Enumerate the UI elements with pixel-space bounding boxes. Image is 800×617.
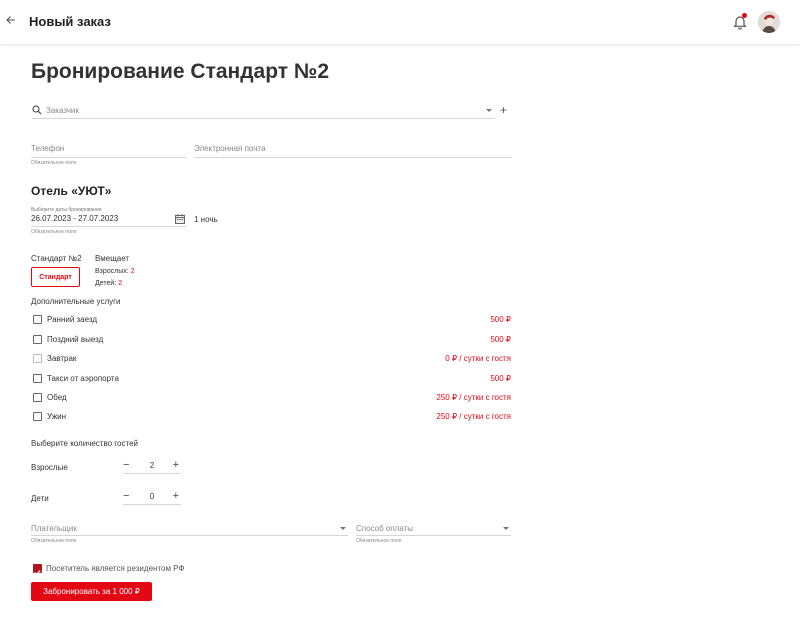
customer-placeholder: Заказчик xyxy=(46,106,79,115)
room-name: Стандарт №2 xyxy=(31,254,82,263)
service-price: 250 ₽ / сутки с гостя xyxy=(436,393,511,402)
payment-method-select[interactable]: Способ оплаты xyxy=(356,521,511,536)
capacity-children-label: Детей: xyxy=(95,280,117,287)
capacity-title: Вмещает xyxy=(95,254,130,263)
notification-dot xyxy=(742,13,747,18)
service-item: Ранний заезд 500 ₽ xyxy=(33,314,511,326)
capacity-adults-value: 2 xyxy=(130,268,135,275)
service-price: 500 ₽ xyxy=(490,315,511,324)
service-price: 500 ₽ xyxy=(490,335,511,344)
adults-stepper: − 2 + xyxy=(123,460,181,474)
dates-value: 26.07.2023 - 27.07.2023 xyxy=(31,214,119,223)
add-customer-button[interactable]: + xyxy=(500,104,507,116)
phone-field[interactable]: Телефон xyxy=(31,144,186,158)
adults-label: Взрослые xyxy=(31,463,68,472)
service-price: 0 ₽ / сутки с гостя xyxy=(445,354,511,363)
children-plus-button[interactable]: + xyxy=(173,491,179,502)
top-bar: Новый заказ xyxy=(0,0,800,44)
chevron-down-icon xyxy=(503,527,509,530)
customer-select[interactable]: Заказчик xyxy=(32,103,495,119)
email-field[interactable]: Электронная почта xyxy=(194,144,511,158)
service-label: Обед xyxy=(47,393,67,402)
service-item: Завтрак 0 ₽ / сутки с гостя xyxy=(33,353,511,365)
service-checkbox[interactable] xyxy=(33,412,42,421)
resident-label: Посетитель является резидентом РФ xyxy=(46,564,185,573)
service-label: Такси от аэропорта xyxy=(47,374,119,383)
service-label: Поздний выезд xyxy=(47,335,104,344)
service-item: Ужин 250 ₽ / сутки с гостя xyxy=(33,411,511,423)
check-icon xyxy=(34,570,41,576)
arrow-left-icon xyxy=(6,16,15,24)
room-type-button[interactable]: Стандарт xyxy=(31,267,80,287)
email-placeholder: Электронная почта xyxy=(194,144,266,153)
resident-checkbox[interactable] xyxy=(33,564,42,576)
back-button[interactable] xyxy=(6,13,20,29)
capacity-adults-label: Взрослых: xyxy=(95,268,129,275)
service-label: Завтрак xyxy=(47,354,77,363)
calendar-icon[interactable] xyxy=(175,214,185,224)
hotel-title: Отель «УЮТ» xyxy=(31,184,112,198)
children-label: Дети xyxy=(31,494,49,503)
payer-placeholder: Плательщик xyxy=(31,524,77,533)
dates-hint: Обязательное поле xyxy=(31,229,77,235)
service-checkbox[interactable] xyxy=(33,335,42,344)
adults-minus-button[interactable]: − xyxy=(123,460,129,471)
services-title: Дополнительные услуги xyxy=(31,297,121,306)
service-price: 500 ₽ xyxy=(490,374,511,383)
service-item: Обед 250 ₽ / сутки с гостя xyxy=(33,392,511,404)
header-title: Новый заказ xyxy=(29,14,111,29)
service-price: 250 ₽ / сутки с гостя xyxy=(436,412,511,421)
children-stepper: − 0 + xyxy=(123,491,181,505)
service-label: Ужин xyxy=(47,412,67,421)
service-checkbox[interactable] xyxy=(33,354,42,363)
children-value[interactable]: 0 xyxy=(147,492,157,501)
dates-field[interactable]: 26.07.2023 - 27.07.2023 xyxy=(31,213,186,227)
payment-hint: Обязательное поле xyxy=(356,538,402,544)
adults-plus-button[interactable]: + xyxy=(173,460,179,471)
payer-hint: Обязательное поле xyxy=(31,538,77,544)
nights-count: 1 ночь xyxy=(194,215,218,224)
service-checkbox[interactable] xyxy=(33,315,42,324)
chevron-down-icon xyxy=(486,109,492,112)
capacity-children-value: 2 xyxy=(118,280,123,287)
avatar-image xyxy=(758,11,780,33)
payer-select[interactable]: Плательщик xyxy=(31,521,348,536)
service-label: Ранний заезд xyxy=(47,315,98,324)
service-checkbox[interactable] xyxy=(33,393,42,402)
service-item: Такси от аэропорта 500 ₽ xyxy=(33,373,511,385)
chevron-down-icon xyxy=(340,527,346,530)
plus-icon: + xyxy=(500,103,508,117)
adults-value[interactable]: 2 xyxy=(147,461,157,470)
page-title: Бронирование Стандарт №2 xyxy=(31,60,329,83)
children-minus-button[interactable]: − xyxy=(123,491,129,502)
service-checkbox[interactable] xyxy=(33,374,42,383)
capacity-children: Детей: 2 xyxy=(95,280,122,287)
payment-placeholder: Способ оплаты xyxy=(356,524,414,533)
capacity-adults: Взрослых: 2 xyxy=(95,268,135,275)
book-button[interactable]: Забронировать за 1 000 ₽ xyxy=(31,582,152,601)
phone-hint: Обязательное поле xyxy=(31,160,77,166)
phone-placeholder: Телефон xyxy=(31,144,65,153)
service-item: Поздний выезд 500 ₽ xyxy=(33,334,511,346)
user-avatar[interactable] xyxy=(758,11,780,33)
guests-title: Выберите количество гостей xyxy=(31,439,138,448)
